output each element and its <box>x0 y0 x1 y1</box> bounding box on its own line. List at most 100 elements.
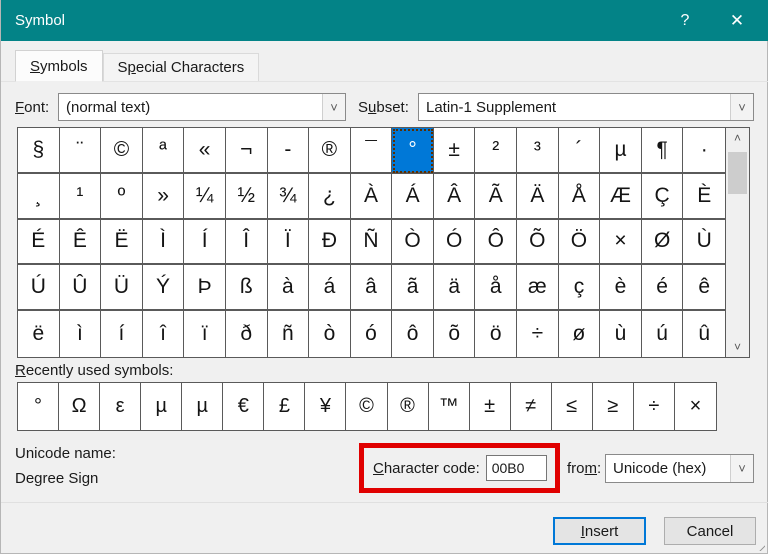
symbol-cell[interactable]: Ï <box>267 219 310 266</box>
scrollbar-up-icon[interactable]: ˄ <box>726 128 749 148</box>
recent-symbol-cell[interactable]: × <box>675 383 716 430</box>
symbol-cell[interactable]: Ø <box>641 219 684 266</box>
symbol-cell[interactable]: Ê <box>59 219 102 266</box>
cancel-button[interactable]: Cancel <box>664 517 756 545</box>
symbol-cell[interactable]: ã <box>392 265 434 312</box>
symbol-cell[interactable]: Ö <box>558 219 601 266</box>
symbol-cell[interactable]: á <box>309 265 351 312</box>
help-icon[interactable]: ? <box>663 0 707 41</box>
symbol-cell[interactable]: è <box>600 265 642 312</box>
symbol-cell[interactable]: × <box>600 219 642 266</box>
recent-symbol-cell[interactable]: ε <box>100 383 142 430</box>
symbol-cell[interactable]: Û <box>59 265 102 312</box>
recent-symbol-cell[interactable]: µ <box>141 383 183 430</box>
recent-symbol-cell[interactable]: Ω <box>59 383 101 430</box>
symbol-cell[interactable]: ö <box>475 311 518 357</box>
symbol-cell[interactable]: Ë <box>101 219 143 266</box>
insert-button[interactable]: Insert <box>553 517 646 545</box>
symbol-cell[interactable]: Õ <box>517 219 559 266</box>
symbol-cell[interactable]: © <box>101 128 143 174</box>
symbol-cell[interactable]: Ü <box>101 265 143 312</box>
tab-symbols[interactable]: Symbols <box>15 50 103 82</box>
symbol-cell[interactable]: Ù <box>683 220 725 266</box>
symbol-cell[interactable]: - <box>267 128 310 174</box>
font-dropdown[interactable]: (normal text) ˅ <box>58 93 346 121</box>
symbol-cell[interactable]: û <box>683 311 725 357</box>
symbol-cell[interactable]: Â <box>433 173 476 220</box>
symbol-cell[interactable]: õ <box>434 311 476 357</box>
symbol-cell[interactable]: â <box>350 265 393 312</box>
recent-symbol-cell[interactable]: µ <box>182 383 224 430</box>
symbol-cell[interactable]: ÷ <box>517 311 559 357</box>
recent-symbol-cell[interactable]: ® <box>388 383 429 430</box>
symbol-cell[interactable]: Í <box>184 219 226 266</box>
symbol-cell[interactable]: É <box>18 219 60 266</box>
symbol-cell[interactable]: ð <box>226 311 268 357</box>
character-code-input[interactable] <box>485 455 547 481</box>
symbol-cell[interactable]: ¼ <box>184 173 226 220</box>
recent-symbol-cell[interactable]: € <box>223 383 265 430</box>
symbol-cell[interactable]: È <box>683 174 725 220</box>
from-dropdown[interactable]: Unicode (hex) ˅ <box>605 454 754 483</box>
recent-symbol-cell[interactable]: £ <box>264 383 306 430</box>
symbol-cell[interactable]: ú <box>642 311 684 357</box>
symbol-cell[interactable]: ± <box>433 128 476 174</box>
symbol-cell[interactable]: À <box>350 173 393 220</box>
recent-symbol-cell[interactable]: ± <box>470 383 511 430</box>
symbol-cell[interactable]: Î <box>225 219 268 266</box>
symbol-cell[interactable]: ç <box>558 265 601 312</box>
symbol-cell[interactable]: ¹ <box>59 173 102 220</box>
subset-dropdown[interactable]: Latin-1 Supplement ˅ <box>418 93 754 121</box>
symbol-cell[interactable]: Æ <box>600 173 642 220</box>
symbol-cell[interactable]: ¿ <box>309 173 351 220</box>
symbol-cell[interactable]: Ì <box>142 219 185 266</box>
symbol-cell[interactable]: é <box>641 265 684 312</box>
symbol-cell[interactable]: ½ <box>225 173 268 220</box>
symbol-cell[interactable]: º <box>101 173 143 220</box>
symbol-cell[interactable]: æ <box>517 265 559 312</box>
symbol-cell[interactable]: ñ <box>268 311 310 357</box>
symbol-cell[interactable]: Ó <box>433 219 476 266</box>
symbol-cell[interactable]: Å <box>558 173 601 220</box>
symbol-cell[interactable]: ® <box>309 128 351 174</box>
symbol-cell[interactable]: ó <box>351 311 393 357</box>
recent-symbol-cell[interactable]: ≤ <box>552 383 593 430</box>
tab-special-characters[interactable]: Special Characters <box>102 53 260 81</box>
symbol-cell[interactable]: ô <box>392 311 434 357</box>
symbol-cell[interactable]: § <box>18 128 60 174</box>
symbol-cell[interactable]: ï <box>184 311 226 357</box>
chevron-down-icon[interactable]: ˅ <box>730 455 753 482</box>
symbol-cell[interactable]: ¨ <box>59 128 102 174</box>
scrollbar-thumb[interactable] <box>728 152 747 194</box>
symbol-cell[interactable]: ³ <box>517 128 559 174</box>
scrollbar-down-icon[interactable]: ˅ <box>726 337 749 357</box>
symbol-cell[interactable]: î <box>143 311 185 357</box>
symbol-cell[interactable]: ² <box>475 128 518 174</box>
recent-symbol-cell[interactable]: ° <box>18 383 60 430</box>
symbol-cell[interactable]: ª <box>142 128 185 174</box>
symbol-cell[interactable]: ë <box>18 311 60 357</box>
recent-symbol-cell[interactable]: © <box>346 383 388 430</box>
symbol-cell[interactable]: Þ <box>184 265 226 312</box>
symbol-cell[interactable]: » <box>142 173 185 220</box>
symbol-cell[interactable]: ò <box>309 311 351 357</box>
symbol-cell[interactable]: Ñ <box>350 219 393 266</box>
symbol-cell[interactable]: ¯ <box>350 128 393 174</box>
symbol-cell[interactable]: ´ <box>558 128 601 174</box>
symbol-cell[interactable]: · <box>683 128 725 174</box>
chevron-down-icon[interactable]: ˅ <box>730 94 753 120</box>
symbol-cell[interactable]: ¬ <box>225 128 268 174</box>
symbol-cell[interactable]: ê <box>683 265 725 312</box>
symbol-cell[interactable]: µ <box>600 128 642 174</box>
recent-symbol-cell[interactable]: ≥ <box>593 383 634 430</box>
symbol-cell[interactable]: ¸ <box>18 173 60 220</box>
symbol-cell[interactable]: Ç <box>641 173 684 220</box>
grid-scrollbar[interactable]: ˄ ˅ <box>725 128 749 357</box>
recent-symbol-cell[interactable]: ™ <box>429 383 470 430</box>
symbol-cell[interactable]: Ô <box>475 219 518 266</box>
symbol-cell[interactable]: í <box>101 311 143 357</box>
symbol-cell[interactable]: Ä <box>517 173 559 220</box>
recent-symbol-cell[interactable]: ÷ <box>634 383 675 430</box>
symbol-cell[interactable]: Ð <box>309 219 351 266</box>
symbol-cell[interactable]: ù <box>600 311 642 357</box>
